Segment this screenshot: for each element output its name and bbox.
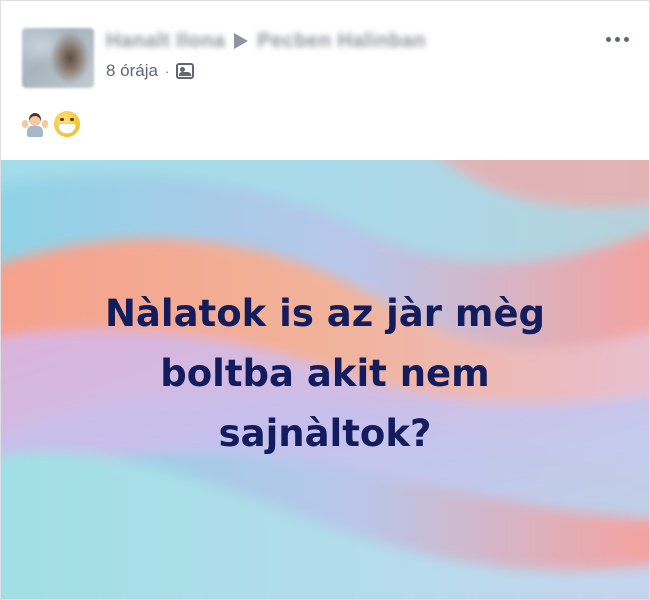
arrow-right-icon (234, 33, 249, 49)
post-timestamp[interactable]: 8 órája (106, 61, 158, 81)
image-caption: Nàlatok is az jàr mèg boltba akit nem sa… (1, 284, 649, 464)
group-icon[interactable] (176, 63, 195, 79)
post-text (22, 111, 80, 137)
caption-line: sajnàltok? (218, 412, 432, 455)
more-options-button[interactable] (606, 37, 629, 42)
more-icon-dot (624, 37, 629, 42)
caption-line: boltba akit nem (160, 352, 490, 395)
group-name[interactable]: Pecben Halinban (257, 30, 426, 53)
mask-icon (54, 111, 80, 137)
post-meta: 8 órája · (106, 61, 195, 81)
shrug-icon (22, 111, 48, 137)
meta-separator: · (164, 63, 170, 79)
facebook-post: Hanalt Ilona Pecben Halinban 8 órája · N… (0, 0, 650, 600)
author-name[interactable]: Hanalt Ilona (106, 30, 225, 53)
post-header: Hanalt Ilona Pecben Halinban 8 órája · (1, 1, 649, 101)
post-author-line: Hanalt Ilona Pecben Halinban (106, 29, 426, 53)
more-icon-dot (615, 37, 620, 42)
avatar[interactable] (22, 28, 94, 88)
post-image[interactable]: Nàlatok is az jàr mèg boltba akit nem sa… (1, 160, 649, 599)
more-icon (606, 37, 611, 42)
caption-line: Nàlatok is az jàr mèg (104, 292, 546, 335)
